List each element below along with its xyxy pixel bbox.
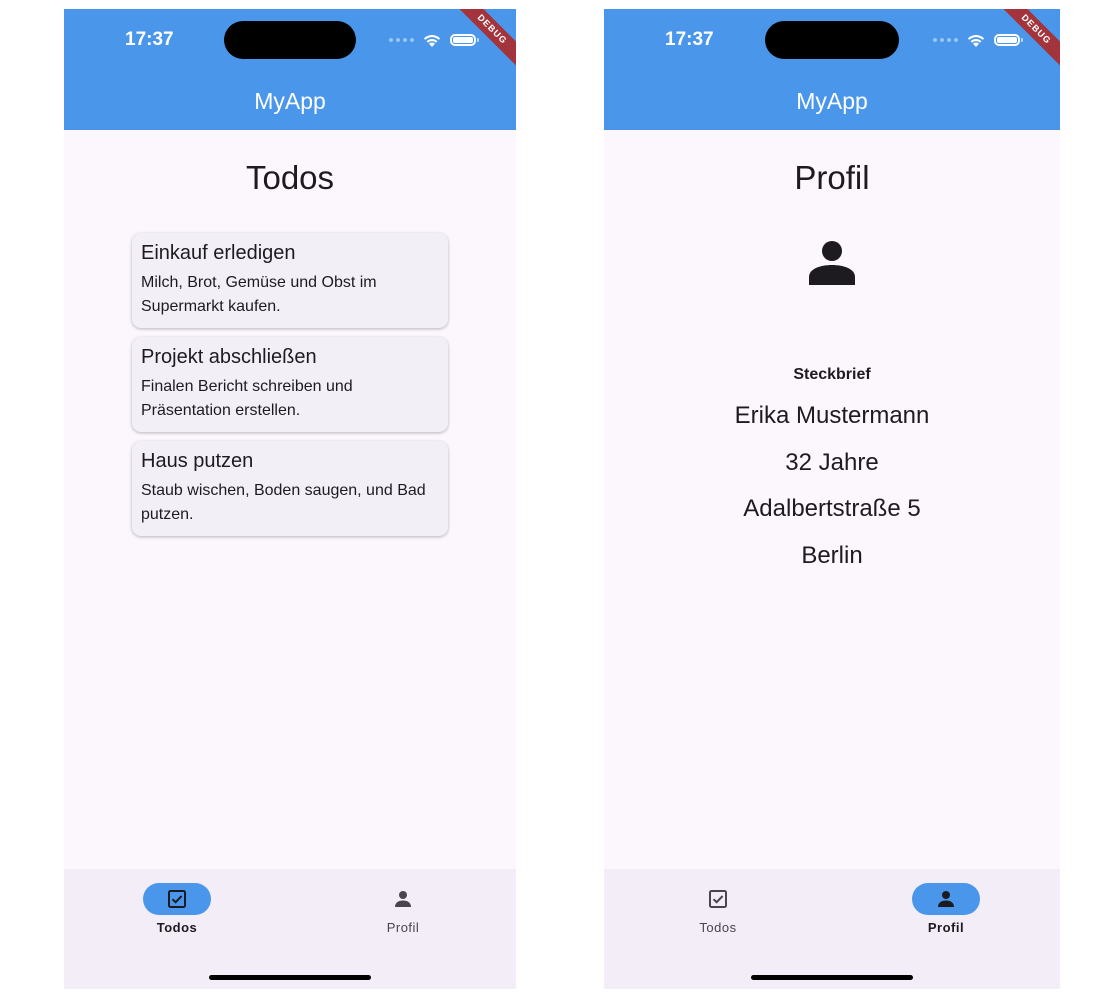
person-icon xyxy=(395,891,411,907)
app-bar: 17:37 DEBUG MyApp xyxy=(64,9,516,130)
profile-street: Adalbertstraße 5 xyxy=(743,495,921,522)
status-icons xyxy=(933,31,1023,49)
todo-card[interactable]: Haus putzen Staub wischen, Boden saugen,… xyxy=(132,441,448,536)
todo-title: Haus putzen xyxy=(141,450,254,472)
todo-title: Projekt abschließen xyxy=(141,346,317,368)
todo-list: Einkauf erledigen Milch, Brot, Gemüse un… xyxy=(132,233,448,545)
home-indicator[interactable] xyxy=(751,975,913,980)
app-bar: 17:37 DEBUG MyApp xyxy=(604,9,1060,130)
nav-item-profil[interactable]: Profil xyxy=(866,883,1026,935)
nav-label-todos: Todos xyxy=(156,920,198,935)
home-indicator[interactable] xyxy=(209,975,371,980)
nav-item-todos[interactable]: Todos xyxy=(638,883,798,935)
nav-active-indicator xyxy=(912,883,980,915)
nav-label-todos: Todos xyxy=(699,920,737,935)
app-title: MyApp xyxy=(254,88,326,114)
todo-description: Milch, Brot, Gemüse und Obst im Supermar… xyxy=(141,274,377,315)
phone-screen-profil: 17:37 DEBUG MyApp Profil Steckbrief Erik… xyxy=(604,9,1060,989)
cellular-signal-icon xyxy=(933,38,958,42)
nav-active-indicator xyxy=(143,883,211,915)
nav-item-todos[interactable]: Todos xyxy=(97,883,257,935)
bottom-navigation: Todos Profil xyxy=(604,869,1060,989)
dynamic-island xyxy=(224,21,356,59)
todo-card[interactable]: Einkauf erledigen Milch, Brot, Gemüse un… xyxy=(132,233,448,328)
check-box-icon xyxy=(709,890,727,908)
status-icons xyxy=(389,31,479,49)
todo-description: Finalen Bericht schreiben und Präsentati… xyxy=(141,378,353,419)
profile-section-label: Steckbrief xyxy=(793,366,871,383)
app-title: MyApp xyxy=(796,88,868,114)
page-title: Todos xyxy=(245,159,335,196)
profile-name: Erika Mustermann xyxy=(734,402,930,429)
todo-title: Einkauf erledigen xyxy=(141,242,296,264)
wifi-icon xyxy=(967,34,985,47)
todo-description: Staub wischen, Boden saugen, und Bad put… xyxy=(141,482,426,523)
cellular-signal-icon xyxy=(389,38,414,42)
battery-icon xyxy=(450,34,479,46)
profile-age: 32 Jahre xyxy=(785,449,879,476)
bottom-navigation: Todos Profil xyxy=(64,869,516,989)
profile-city: Berlin xyxy=(801,542,863,569)
nav-label-profil: Profil xyxy=(927,920,965,935)
nav-item-profil[interactable]: Profil xyxy=(323,883,483,935)
nav-label-profil: Profil xyxy=(386,920,420,935)
todo-card[interactable]: Projekt abschließen Finalen Bericht schr… xyxy=(132,337,448,432)
wifi-icon xyxy=(423,34,441,47)
battery-icon xyxy=(994,34,1023,46)
status-time: 17:37 xyxy=(125,29,174,50)
person-icon xyxy=(938,891,954,907)
status-time: 17:37 xyxy=(665,29,714,50)
person-icon xyxy=(809,241,855,285)
phone-screen-todos: 17:37 DEBUG MyApp Todos Einkauf erledige… xyxy=(64,9,516,989)
dynamic-island xyxy=(765,21,899,59)
page-title: Profil xyxy=(794,159,870,196)
check-box-icon xyxy=(168,890,186,908)
